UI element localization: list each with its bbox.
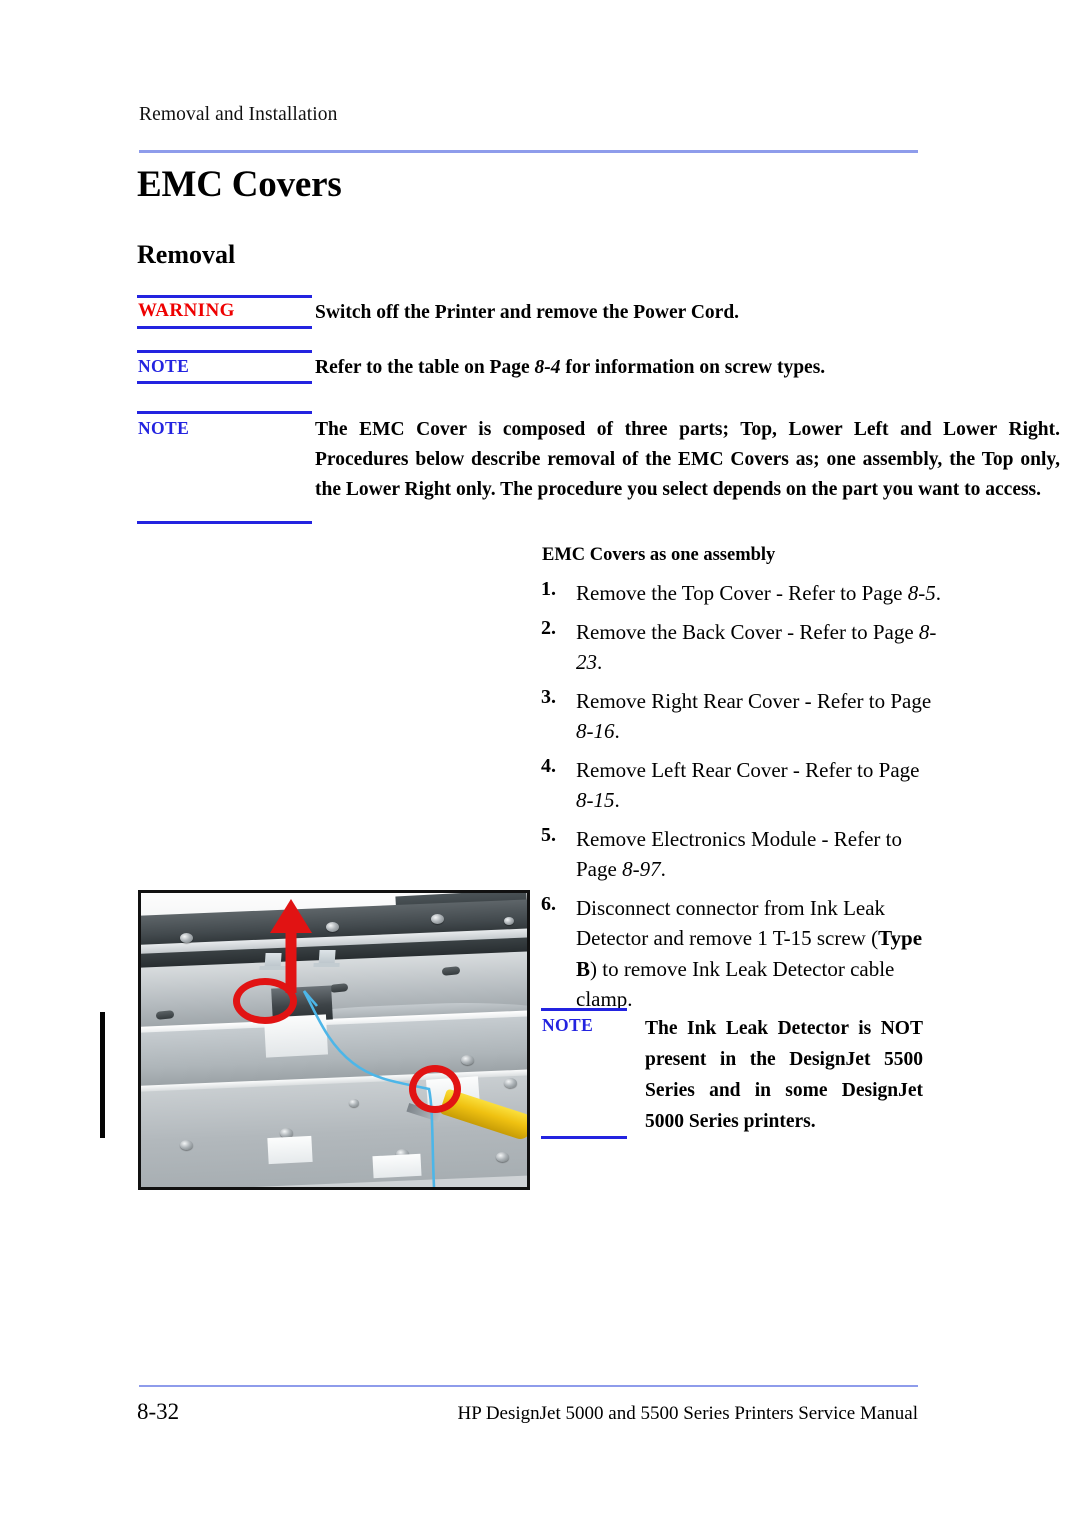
photo-screw bbox=[496, 1151, 510, 1162]
warning-rule-bottom bbox=[137, 326, 312, 329]
step-text-b: . bbox=[935, 581, 941, 605]
note1-rule-bottom bbox=[137, 381, 312, 384]
list-item: 4. Remove Left Rear Cover - Refer to Pag… bbox=[541, 755, 941, 816]
photo-slot bbox=[441, 965, 461, 976]
note2-label: NOTE bbox=[138, 418, 190, 438]
footer-divider bbox=[139, 1385, 918, 1387]
photo-cable-clip bbox=[317, 950, 336, 968]
note3-rule-bottom bbox=[541, 1136, 627, 1139]
step-text-b: . bbox=[660, 857, 666, 881]
step-text: Disconnect connector from Ink Leak Detec… bbox=[576, 893, 941, 1015]
note1-page-ref: 8-4 bbox=[534, 357, 561, 378]
list-item: 3. Remove Right Rear Cover - Refer to Pa… bbox=[541, 686, 941, 747]
step-text-b: . bbox=[614, 788, 620, 812]
annotation-circle-detector bbox=[233, 978, 297, 1024]
list-item: 2. Remove the Back Cover - Refer to Page… bbox=[541, 617, 941, 678]
step-number: 1. bbox=[541, 578, 556, 600]
running-header: Removal and Installation bbox=[139, 104, 338, 125]
step-number: 5. bbox=[541, 823, 556, 846]
note1-text-after: for information on screw types. bbox=[560, 357, 826, 378]
step-text: Remove Left Rear Cover - Refer to Page 8… bbox=[576, 755, 941, 816]
list-item: 1. Remove the Top Cover - Refer to Page … bbox=[541, 578, 941, 609]
note2-rule-top bbox=[137, 411, 312, 414]
warning-label: WARNING bbox=[138, 300, 235, 321]
step-number: 6. bbox=[541, 892, 556, 915]
photo-screw bbox=[461, 1054, 475, 1065]
photo-white-plate bbox=[267, 1135, 314, 1165]
note2-rule-bottom bbox=[137, 521, 312, 524]
note3-label: NOTE bbox=[542, 1015, 594, 1035]
header-divider bbox=[139, 150, 918, 153]
photo-screw bbox=[179, 1139, 193, 1150]
step-text-a: Remove the Top Cover - Refer to Page bbox=[576, 581, 908, 605]
note1-label: NOTE bbox=[138, 356, 190, 376]
photo-white-plate bbox=[372, 1153, 422, 1178]
step-text-b: . bbox=[597, 650, 603, 674]
manual-page: Removal and Installation EMC Covers Remo… bbox=[0, 0, 1080, 1528]
warning-text: Switch off the Printer and remove the Po… bbox=[315, 302, 740, 323]
note1-text-before: Refer to the table on Page bbox=[315, 357, 535, 378]
warning-rule-top bbox=[137, 295, 312, 298]
procedure-subheading: EMC Covers as one assembly bbox=[542, 545, 776, 565]
step-text: Remove Electronics Module - Refer to Pag… bbox=[576, 824, 941, 885]
step-text-a: Remove Left Rear Cover - Refer to Page bbox=[576, 757, 920, 782]
step-page-ref: 8-5 bbox=[907, 581, 936, 605]
figure-image bbox=[141, 893, 527, 1187]
list-item: 6. Disconnect connector from Ink Leak De… bbox=[541, 893, 941, 1015]
step-text-a: Disconnect connector from Ink Leak Detec… bbox=[576, 895, 886, 951]
step-text: Remove Right Rear Cover - Refer to Page … bbox=[576, 686, 941, 747]
list-item: 5. Remove Electronics Module - Refer to … bbox=[541, 824, 941, 885]
photo-screw bbox=[179, 932, 193, 943]
footer-manual-title: HP DesignJet 5000 and 5500 Series Printe… bbox=[457, 1403, 919, 1424]
photo-screw bbox=[430, 913, 444, 924]
step-page-ref: 8-97 bbox=[622, 857, 661, 881]
step-text-b: . bbox=[614, 719, 620, 743]
figure-photo bbox=[138, 890, 530, 1190]
note3-text: The Ink Leak Detector is NOT present in … bbox=[645, 1018, 923, 1132]
revision-change-bar bbox=[100, 1012, 105, 1138]
step-number: 2. bbox=[541, 616, 556, 639]
step-text-a: Remove the Back Cover - Refer to Page bbox=[576, 619, 919, 644]
page-title: EMC Covers bbox=[137, 164, 342, 205]
step-text: Remove the Back Cover - Refer to Page 8-… bbox=[576, 617, 941, 678]
note1-rule-top bbox=[137, 350, 312, 353]
step-number: 3. bbox=[541, 685, 556, 708]
annotation-circle-cable-clamp bbox=[409, 1065, 461, 1113]
footer-page-number: 8-32 bbox=[137, 1399, 180, 1424]
step-text: Remove the Top Cover - Refer to Page 8-5… bbox=[576, 578, 941, 609]
step-page-ref: 8-16 bbox=[576, 719, 615, 743]
section-heading: Removal bbox=[137, 240, 236, 269]
note1-text: Refer to the table on Page 8-4 for infor… bbox=[315, 353, 1065, 383]
procedure-step-list: 1. Remove the Top Cover - Refer to Page … bbox=[541, 578, 941, 1023]
photo-screw bbox=[503, 916, 514, 925]
step-text-a: Remove Right Rear Cover - Refer to Page bbox=[576, 688, 932, 713]
note2-text: The EMC Cover is composed of three parts… bbox=[315, 419, 1060, 500]
step-text-b: ) to remove Ink Leak Detector cable clam… bbox=[576, 956, 895, 1012]
step-number: 4. bbox=[541, 754, 556, 777]
note3-rule-top bbox=[541, 1008, 627, 1011]
step-page-ref: 8-15 bbox=[576, 788, 615, 812]
